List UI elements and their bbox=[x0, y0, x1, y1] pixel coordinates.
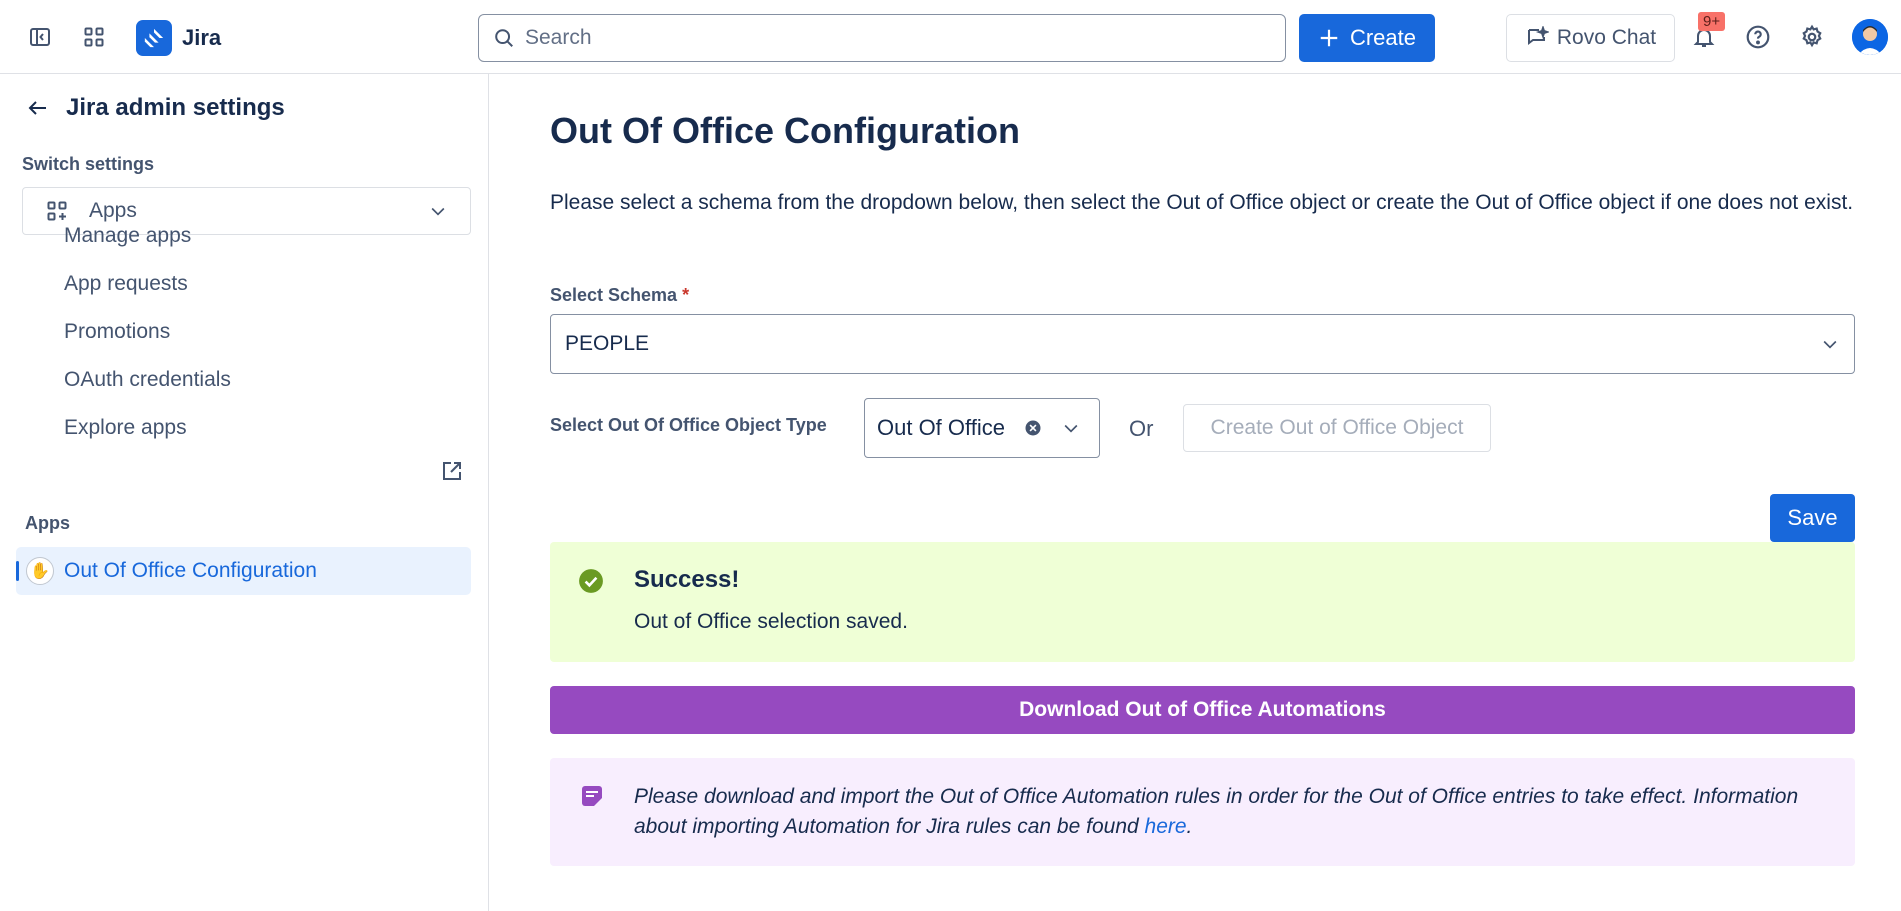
arrow-left-icon[interactable] bbox=[26, 96, 50, 120]
external-link-icon[interactable] bbox=[440, 459, 464, 488]
app-switcher-icon[interactable] bbox=[74, 17, 114, 57]
schema-value: PEOPLE bbox=[565, 332, 650, 355]
help-icon bbox=[1746, 25, 1770, 49]
success-message-box: Success! Out of Office selection saved. bbox=[550, 542, 1855, 662]
jira-logo-icon bbox=[136, 20, 172, 56]
sidebar-title: Jira admin settings bbox=[66, 94, 285, 121]
required-mark: * bbox=[682, 285, 690, 305]
sidebar-item-app-requests[interactable]: App requests bbox=[64, 272, 188, 296]
schema-select[interactable]: PEOPLE bbox=[550, 314, 1855, 374]
create-out-of-office-object-button[interactable]: Create Out of Office Object bbox=[1183, 404, 1491, 452]
sidebar-item-promotions[interactable]: Promotions bbox=[64, 320, 170, 344]
schema-label: Select Schema * bbox=[550, 285, 690, 305]
switch-settings-label: Switch settings bbox=[22, 154, 155, 174]
app-name: Jira bbox=[182, 25, 222, 50]
rovo-chat-icon bbox=[1527, 26, 1549, 45]
download-automations-button[interactable]: Download Out of Office Automations bbox=[550, 686, 1855, 734]
note-icon bbox=[582, 786, 602, 806]
search-icon bbox=[495, 29, 513, 47]
success-message: Out of Office selection saved. bbox=[634, 610, 908, 633]
apps-icon bbox=[47, 201, 67, 221]
check-circle-icon bbox=[579, 569, 603, 593]
active-item-label: Out Of Office Configuration bbox=[64, 559, 317, 582]
switch-settings-value: Apps bbox=[89, 199, 137, 222]
active-indicator bbox=[16, 561, 19, 581]
plus-icon bbox=[1320, 29, 1338, 47]
page-title: Out Of Office Configuration bbox=[550, 110, 1020, 151]
create-button[interactable]: Create bbox=[1299, 14, 1435, 62]
note-text: Please download and import the Out of Of… bbox=[634, 785, 1799, 838]
rovo-chat-button[interactable]: Rovo Chat bbox=[1506, 14, 1675, 62]
object-type-label: Select Out Of Office Object Type bbox=[550, 415, 827, 435]
object-type-select[interactable]: Out Of Office bbox=[864, 398, 1100, 458]
help-button[interactable] bbox=[1738, 17, 1778, 57]
sidebar-item-manage-apps[interactable]: Manage apps bbox=[64, 224, 191, 248]
page-description: Please select a schema from the dropdown… bbox=[550, 191, 1854, 214]
search-bar[interactable] bbox=[478, 14, 1286, 62]
notification-badge: 9+ bbox=[1698, 12, 1726, 31]
or-text: Or bbox=[1129, 416, 1154, 441]
avatar[interactable] bbox=[1852, 19, 1888, 55]
success-title: Success! bbox=[634, 566, 740, 593]
object-type-value: Out Of Office bbox=[877, 415, 1005, 440]
apps-section-label: Apps bbox=[25, 513, 70, 533]
sidebar-item-out-of-office-configuration[interactable]: ✋ Out Of Office Configuration bbox=[16, 547, 471, 595]
save-button[interactable]: Save bbox=[1770, 494, 1855, 542]
sidebar-item-oauth-credentials[interactable]: OAuth credentials bbox=[64, 368, 231, 392]
jira-logo[interactable]: Jira bbox=[136, 20, 221, 56]
here-link[interactable]: here bbox=[1145, 815, 1187, 838]
chevron-down-icon bbox=[1823, 340, 1837, 349]
settings-button[interactable] bbox=[1792, 17, 1832, 57]
sidebar: Jira admin settings Switch settings Apps… bbox=[0, 74, 489, 911]
chevron-down-icon bbox=[1064, 424, 1078, 433]
rovo-chat-label: Rovo Chat bbox=[1556, 26, 1657, 49]
gear-icon bbox=[1802, 24, 1822, 48]
back-to-admin-row[interactable]: Jira admin settings bbox=[26, 94, 285, 122]
note-box: Please download and import the Out of Of… bbox=[550, 758, 1855, 866]
sidebar-toggle-icon[interactable] bbox=[20, 17, 60, 57]
waving-hand-icon: ✋ bbox=[26, 557, 54, 585]
top-navigation-bar: Jira Create Rovo Chat 9+ bbox=[0, 0, 1901, 74]
search-input[interactable] bbox=[525, 26, 1225, 50]
clear-icon[interactable] bbox=[1023, 418, 1043, 438]
chevron-down-icon bbox=[431, 207, 445, 216]
create-button-label: Create bbox=[1349, 25, 1417, 50]
sidebar-item-explore-apps[interactable]: Explore apps bbox=[64, 416, 187, 440]
